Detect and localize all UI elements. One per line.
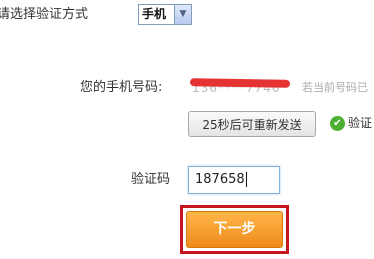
verification-code-input[interactable]: 187658 xyxy=(188,166,280,194)
next-step-button[interactable]: 下一步 xyxy=(186,211,283,248)
resend-code-button[interactable]: 25秒后可重新发送 xyxy=(188,111,316,137)
code-sent-status-text: 验证 xyxy=(348,116,373,130)
check-circle-icon: ✔ xyxy=(330,116,345,131)
verification-code-label: 验证码 xyxy=(131,172,171,187)
verify-method-selected-value: 手机 xyxy=(142,7,167,21)
verification-code-value: 187658 xyxy=(195,172,245,187)
phone-number-label: 您的手机号码: xyxy=(80,80,163,95)
chevron-down-icon[interactable]: ▼ xyxy=(174,4,192,25)
text-caret xyxy=(245,172,247,187)
verification-page: 请选择验证方式 手机 ▼ 您的手机号码: 136****7746 若当前号码已 … xyxy=(0,0,374,259)
code-sent-status: ✔ 验证 xyxy=(330,114,372,132)
verify-method-label: 请选择验证方式 xyxy=(0,7,89,22)
phone-change-note: 若当前号码已 xyxy=(302,81,368,94)
phone-redaction-mark xyxy=(189,78,291,88)
verify-method-select[interactable]: 手机 ▼ xyxy=(138,4,192,25)
